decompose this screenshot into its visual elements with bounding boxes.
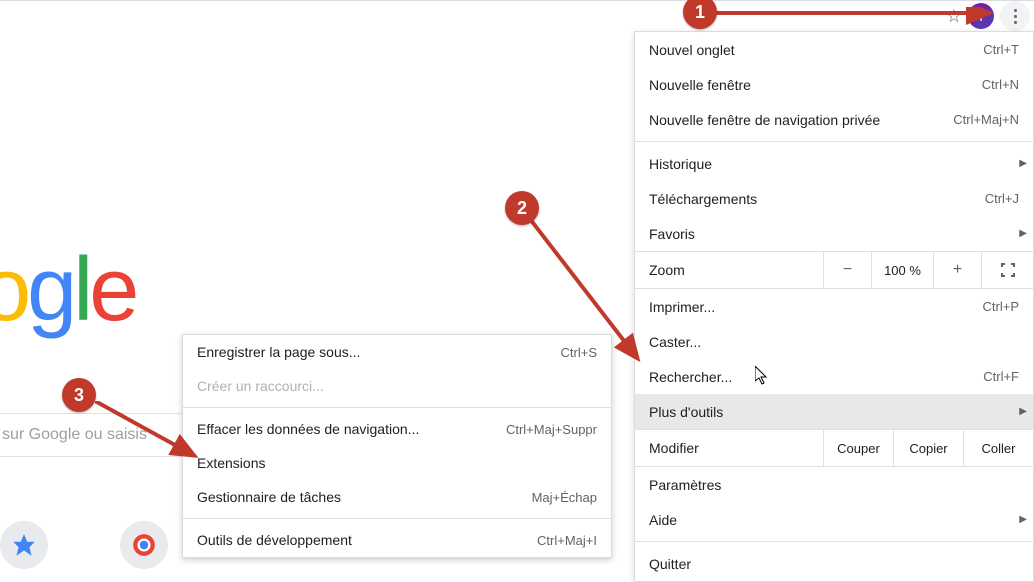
submenu-item-extensions[interactable]: Extensions [183,446,611,480]
submenu-item-task-manager[interactable]: Gestionnaire de tâches Maj+Échap [183,480,611,514]
menu-separator [635,541,1033,542]
chevron-right-icon: ▶ [1019,158,1027,169]
zoom-out-button[interactable]: − [823,252,871,288]
fullscreen-button[interactable] [981,252,1033,288]
shortcut-tile[interactable] [120,521,168,569]
menu-item-new-tab[interactable]: Nouvel onglet Ctrl+T [635,32,1033,67]
menu-separator [183,407,611,408]
menu-item-print[interactable]: Imprimer... Ctrl+P [635,289,1033,324]
menu-separator [635,141,1033,142]
chevron-right-icon: ▶ [1019,514,1027,525]
chevron-right-icon: ▶ [1019,406,1027,417]
menu-item-more-tools[interactable]: Plus d'outils ▶ [635,394,1033,429]
chrome-main-menu: Nouvel onglet Ctrl+T Nouvelle fenêtre Ct… [634,31,1034,582]
menu-item-edit: Modifier Couper Copier Coller [635,429,1033,467]
shortcut-favicon-icon [11,532,37,558]
menu-item-settings[interactable]: Paramètres [635,467,1033,502]
zoom-in-button[interactable]: + [933,252,981,288]
submenu-item-save-page[interactable]: Enregistrer la page sous... Ctrl+S [183,335,611,369]
avatar-letter: I [979,9,983,24]
dots-vertical-icon [1014,9,1017,12]
menu-item-quit[interactable]: Quitter [635,546,1033,581]
menu-item-bookmarks[interactable]: Favoris ▶ [635,216,1033,251]
menu-item-incognito[interactable]: Nouvelle fenêtre de navigation privée Ct… [635,102,1033,137]
more-tools-submenu: Enregistrer la page sous... Ctrl+S Créer… [182,334,612,558]
submenu-item-clear-data[interactable]: Effacer les données de navigation... Ctr… [183,412,611,446]
callout-badge-2: 2 [505,191,539,225]
menu-item-find[interactable]: Rechercher... Ctrl+F [635,359,1033,394]
google-logo: oogle [0,239,135,342]
menu-item-new-window[interactable]: Nouvelle fenêtre Ctrl+N [635,67,1033,102]
shortcut-tile[interactable] [0,521,48,569]
search-input[interactable]: sur Google ou saisis [0,413,200,457]
submenu-item-dev-tools[interactable]: Outils de développement Ctrl+Maj+I [183,523,611,557]
page-background: oogle sur Google ou saisis ☆ I Nouvel on… [0,0,1034,554]
star-icon[interactable]: ☆ [946,6,962,27]
chrome-icon [131,532,157,558]
callout-badge-1: 1 [683,0,717,29]
menu-item-history[interactable]: Historique ▶ [635,146,1033,181]
cursor-icon [755,366,771,386]
search-placeholder: sur Google ou saisis [2,426,147,444]
fullscreen-icon [1000,262,1016,278]
menu-item-cast[interactable]: Caster... [635,324,1033,359]
avatar[interactable]: I [968,3,994,29]
menu-item-zoom: Zoom − 100 % + [635,251,1033,289]
callout-badge-3: 3 [62,378,96,412]
browser-toolbar-right: ☆ I [946,1,1034,31]
menu-separator [183,518,611,519]
kebab-menu-button[interactable] [1000,1,1030,31]
chevron-right-icon: ▶ [1019,228,1027,239]
edit-paste-button[interactable]: Coller [963,430,1033,466]
edit-cut-button[interactable]: Couper [823,430,893,466]
zoom-level: 100 % [871,252,933,288]
menu-item-downloads[interactable]: Téléchargements Ctrl+J [635,181,1033,216]
edit-copy-button[interactable]: Copier [893,430,963,466]
submenu-item-create-shortcut: Créer un raccourci... [183,369,611,403]
menu-item-help[interactable]: Aide ▶ [635,502,1033,537]
